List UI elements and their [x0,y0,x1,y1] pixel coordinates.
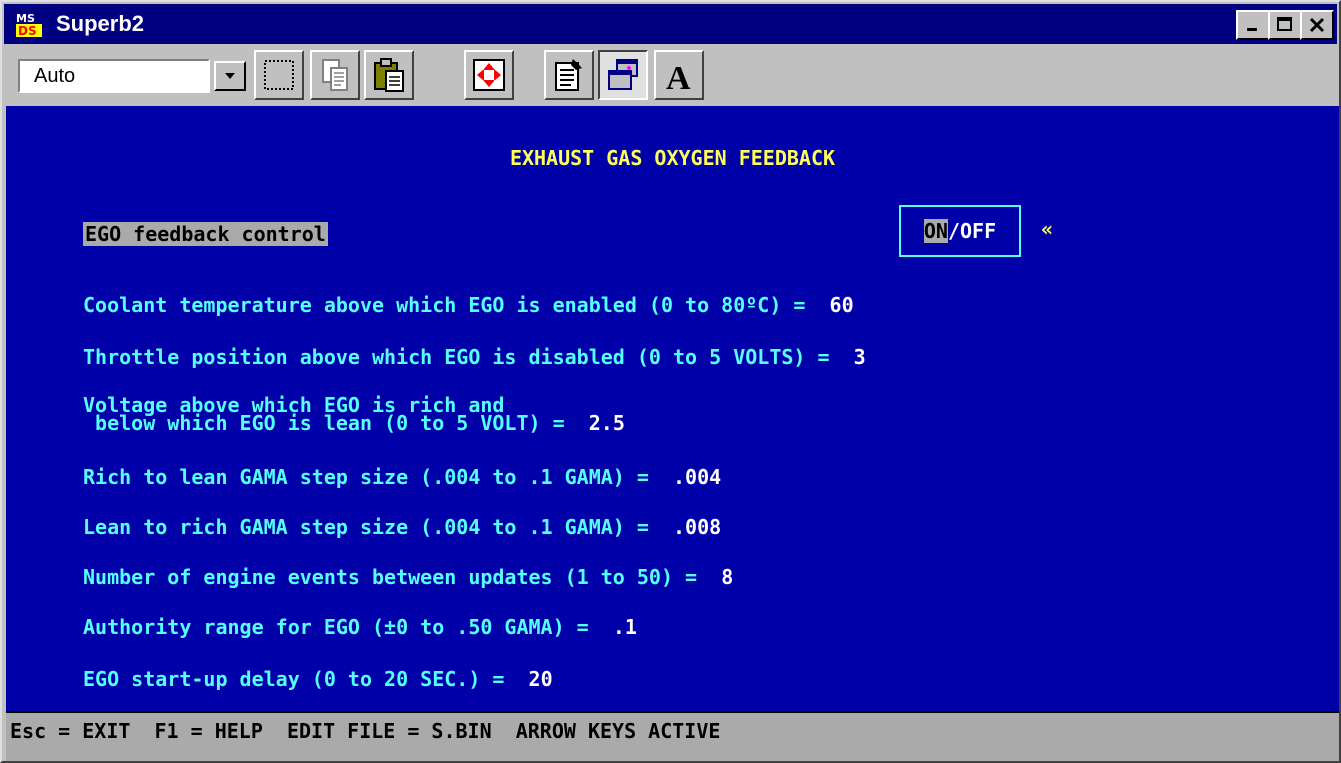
paste-button[interactable] [364,50,414,100]
field-label: Voltage above which EGO is rich and belo… [83,393,565,435]
font-size-dropdown[interactable]: Auto [18,59,248,93]
copy-icon [322,59,348,91]
field-label: Authority range for EGO (±0 to .50 GAMA)… [83,615,613,639]
fullscreen-icon [473,59,505,91]
field-startup-delay[interactable]: EGO start-up delay (0 to 20 SEC.) = 20 [83,668,553,690]
field-engine-events[interactable]: Number of engine events between updates … [83,566,733,588]
field-label: Rich to lean GAMA step size (.004 to .1 … [83,465,674,489]
fullscreen-button[interactable] [464,50,514,100]
copy-button[interactable] [310,50,360,100]
field-value[interactable]: 2.5 [589,411,625,435]
field-label: EGO start-up delay (0 to 20 SEC.) = [83,667,529,691]
field-ego-voltage[interactable]: Voltage above which EGO is rich and belo… [83,393,625,435]
screen-heading: EXHAUST GAS OXYGEN FEEDBACK [509,146,836,170]
field-throttle-position[interactable]: Throttle position above which EGO is dis… [83,346,866,368]
background-button[interactable] [598,50,648,100]
background-icon [608,59,638,90]
field-value[interactable]: 3 [854,345,866,369]
field-coolant-temperature[interactable]: Coolant temperature above which EGO is e… [83,294,854,316]
field-value[interactable]: 60 [830,293,854,317]
field-label: Coolant temperature above which EGO is e… [83,293,830,317]
status-bar: Esc = EXIT F1 = HELP EDIT FILE = S.BIN A… [6,711,1339,761]
font-icon: A [666,60,691,93]
window-title: Superb2 [56,11,145,36]
mark-icon [264,60,294,90]
dos-screen[interactable]: EXHAUST GAS OXYGEN FEEDBACK EGO feedback… [6,106,1339,711]
paste-icon [374,58,404,92]
field-label: Number of engine events between updates … [83,565,722,589]
selection-marker: « [1041,217,1054,241]
chevron-down-icon [225,73,235,79]
properties-button[interactable] [544,50,594,100]
field-value[interactable]: .008 [673,515,721,539]
field-authority-range[interactable]: Authority range for EGO (±0 to .50 GAMA)… [83,616,637,638]
minimize-button[interactable] [1236,10,1270,40]
toggle-separator: / [947,219,960,243]
properties-icon [555,59,582,91]
field-label: Lean to rich GAMA step size (.004 to .1 … [83,515,674,539]
maximize-icon [1277,17,1292,31]
font-button[interactable]: A [654,50,704,100]
font-size-value[interactable]: Auto [18,59,210,93]
field-value[interactable]: .004 [673,465,721,489]
ego-feedback-label[interactable]: EGO feedback control [83,222,328,246]
toggle-on-option[interactable]: ON [923,219,948,243]
dos-window: MS DS Superb2 Auto A EXHAUST GAS OXYGEN … [0,0,1341,763]
field-label: Throttle position above which EGO is dis… [83,345,854,369]
maximize-button[interactable] [1268,10,1302,40]
toggle-off-option[interactable]: OFF [960,219,996,243]
close-icon [1309,17,1325,33]
field-rich-to-lean-step[interactable]: Rich to lean GAMA step size (.004 to .1 … [83,466,721,488]
ms-dos-icon: MS DS [14,10,44,38]
minimize-icon [1247,28,1257,31]
field-value[interactable]: .1 [613,615,637,639]
svg-text:A: A [666,60,691,93]
title-bar[interactable]: MS DS Superb2 [4,4,1337,44]
toolbar: Auto A [4,46,1337,104]
close-button[interactable] [1300,10,1334,40]
svg-text:DS: DS [18,24,37,38]
dropdown-button[interactable] [214,61,246,91]
field-value[interactable]: 20 [529,667,553,691]
mark-button[interactable] [254,50,304,100]
ego-onoff-toggle[interactable]: ON/OFF [899,205,1021,257]
field-lean-to-rich-step[interactable]: Lean to rich GAMA step size (.004 to .1 … [83,516,721,538]
field-value[interactable]: 8 [721,565,733,589]
